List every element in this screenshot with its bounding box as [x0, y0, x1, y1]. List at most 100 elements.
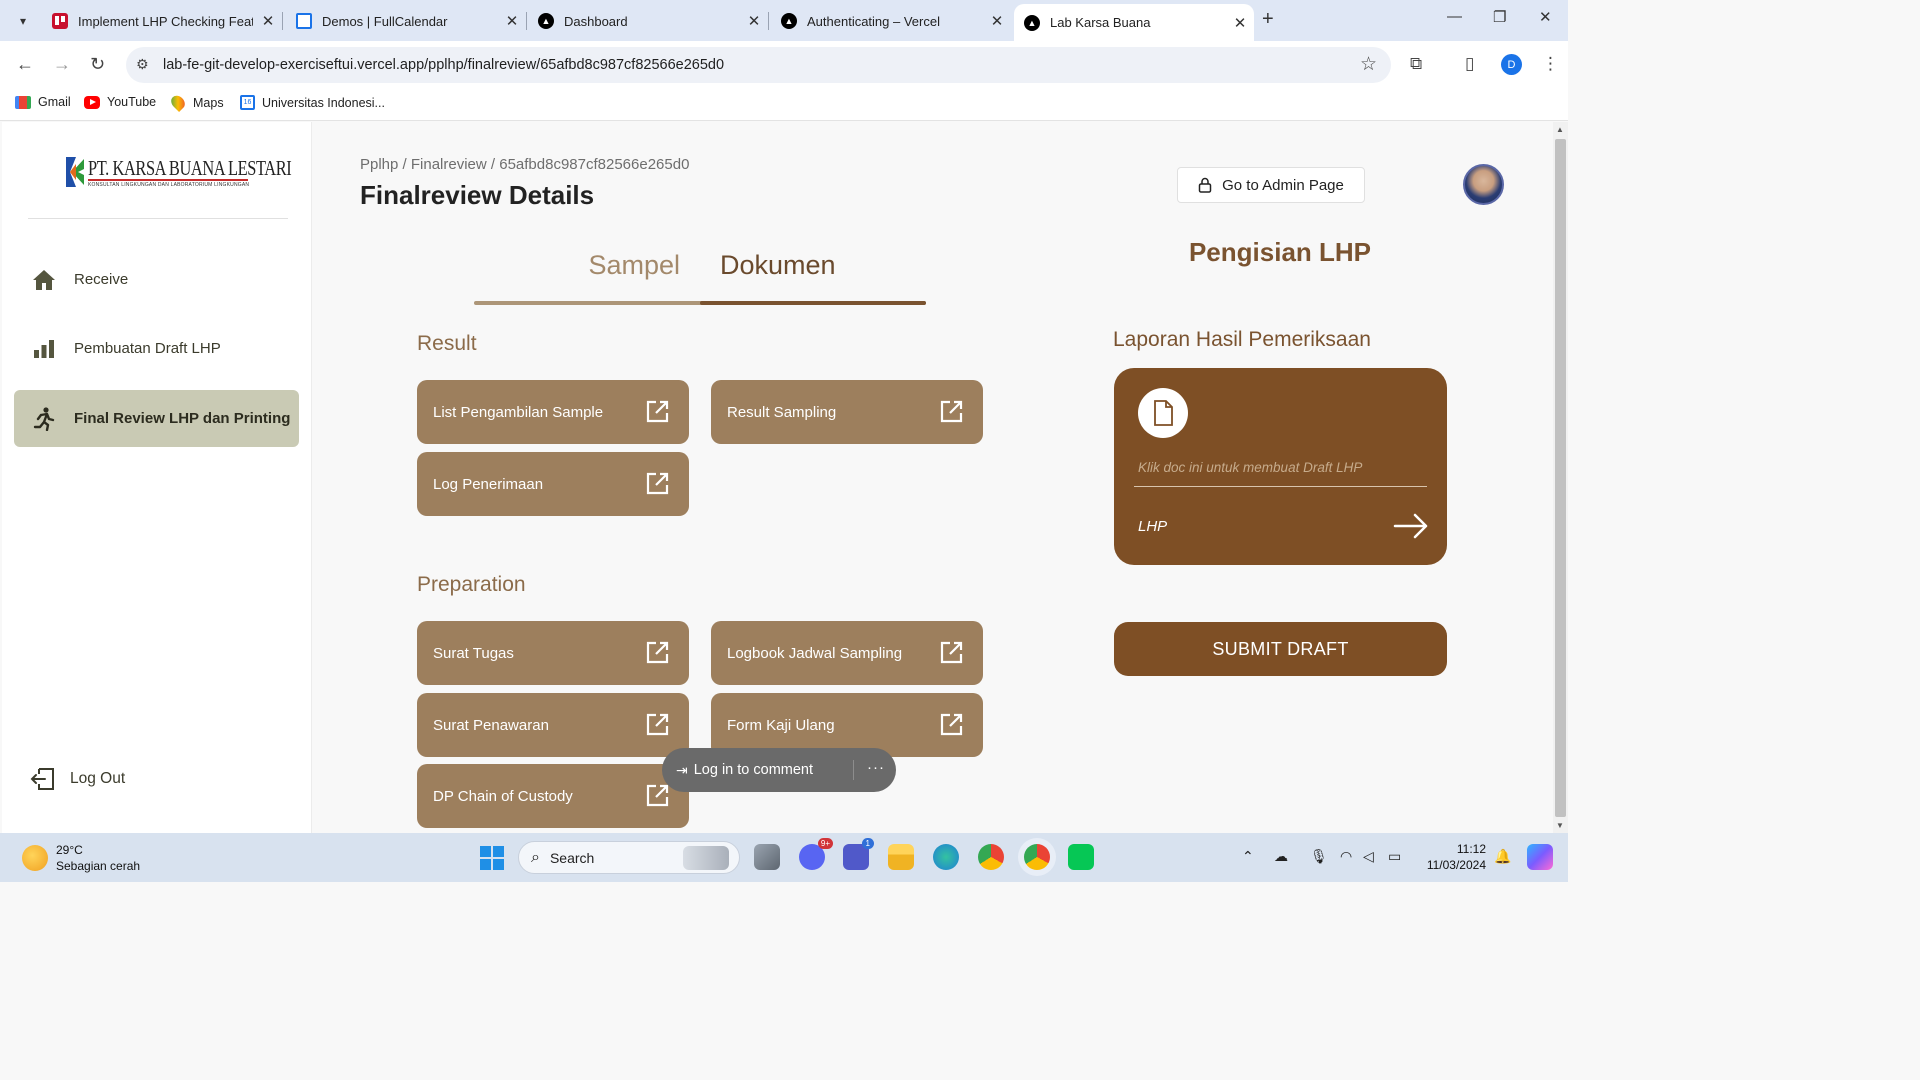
- taskbar-search[interactable]: ⌕ Search: [518, 841, 740, 874]
- calendar-icon: [296, 13, 312, 29]
- tab-dokumen[interactable]: Dokumen: [700, 250, 926, 281]
- more-options-icon[interactable]: ···: [867, 759, 885, 776]
- copilot-icon[interactable]: [1527, 844, 1553, 870]
- url-text[interactable]: lab-fe-git-develop-exerciseftui.vercel.a…: [163, 57, 724, 73]
- doc-button-logbook-jadwal-sampling[interactable]: Logbook Jadwal Sampling: [711, 621, 983, 685]
- log-in-to-comment-toolbar[interactable]: ⇥ Log in to comment ···: [662, 748, 896, 792]
- sidebar-divider: [28, 218, 288, 219]
- chrome-profile-icon[interactable]: [1024, 844, 1050, 870]
- home-icon: [32, 268, 56, 292]
- sidebar-item-pembuatan-draft-lhp[interactable]: Pembuatan Draft LHP: [14, 320, 299, 377]
- side-panel-icon[interactable]: ▯: [1465, 54, 1474, 74]
- volume-icon[interactable]: ◁: [1363, 848, 1374, 865]
- close-icon[interactable]: ✕: [505, 12, 519, 30]
- maps-icon: [168, 92, 188, 113]
- task-view-icon[interactable]: [754, 844, 780, 870]
- user-avatar[interactable]: [1463, 164, 1504, 205]
- teams-icon[interactable]: 1: [843, 838, 874, 870]
- login-arrow-icon: ⇥: [676, 761, 688, 778]
- browser-tab-dashboard[interactable]: ▲ Dashboard ✕: [538, 6, 761, 36]
- forward-button[interactable]: →: [53, 54, 71, 75]
- doc-button-log-penerimaan[interactable]: Log Penerimaan: [417, 452, 689, 516]
- back-button[interactable]: ←: [16, 54, 34, 75]
- edge-icon[interactable]: [933, 844, 959, 870]
- sidebar-item-receive[interactable]: Receive: [14, 251, 299, 308]
- doc-button-surat-penawaran[interactable]: Surat Penawaran: [417, 693, 689, 757]
- address-bar[interactable]: ⚙ lab-fe-git-develop-exerciseftui.vercel…: [126, 47, 1391, 83]
- lhp-draft-card[interactable]: Klik doc ini untuk membuat Draft LHP LHP: [1114, 368, 1447, 565]
- section-title-result: Result: [417, 332, 477, 355]
- microphone-icon[interactable]: 🎙: [1310, 848, 1328, 865]
- bookmark-label: Gmail: [38, 95, 71, 109]
- sidebar: PT. KARSA BUANA LESTARI KONSULTAN LINGKU…: [2, 122, 312, 833]
- file-explorer-icon[interactable]: [888, 844, 914, 870]
- scroll-up-arrow-icon[interactable]: ▲: [1556, 125, 1564, 134]
- battery-icon[interactable]: ▭: [1388, 848, 1401, 865]
- discord-icon[interactable]: 9+: [799, 838, 833, 870]
- sidebar-item-label: Receive: [74, 271, 129, 288]
- bookmark-youtube[interactable]: YouTube: [84, 95, 156, 109]
- vercel-icon: ▲: [538, 13, 554, 29]
- windows-taskbar: 29°C Sebagian cerah ⌕ Search 9+ 1 ⌃ ☁ 🎙 …: [0, 833, 1568, 882]
- profile-avatar[interactable]: D: [1501, 54, 1522, 75]
- close-icon[interactable]: ✕: [747, 12, 761, 30]
- trello-icon: [52, 13, 68, 29]
- scroll-down-arrow-icon[interactable]: ▼: [1556, 821, 1564, 830]
- menu-icon[interactable]: ⋮: [1542, 54, 1559, 74]
- bookmark-star-icon[interactable]: ☆: [1360, 53, 1377, 76]
- tab-sampel[interactable]: Sampel: [474, 250, 700, 281]
- onedrive-icon[interactable]: ☁: [1274, 848, 1288, 865]
- external-link-icon: [940, 400, 963, 423]
- site-info-icon[interactable]: ⚙: [136, 56, 149, 73]
- browser-tab-vercel-auth[interactable]: ▲ Authenticating – Vercel ✕: [781, 6, 1004, 36]
- gmail-icon: [15, 95, 31, 109]
- bookmark-universitas-indonesia[interactable]: 16 Universitas Indonesi...: [240, 95, 385, 110]
- windows-start-icon[interactable]: [480, 846, 504, 870]
- arrow-right-icon[interactable]: [1393, 512, 1429, 540]
- detail-tabs: Sampel Dokumen: [474, 250, 926, 310]
- page-scrollbar[interactable]: ▲ ▼: [1553, 122, 1568, 833]
- close-icon[interactable]: ✕: [990, 12, 1004, 30]
- close-icon[interactable]: ✕: [261, 12, 275, 30]
- doc-button-dp-chain-of-custody[interactable]: DP Chain of Custody: [417, 764, 689, 828]
- submit-draft-button[interactable]: SUBMIT DRAFT: [1114, 622, 1447, 676]
- tab-search-button[interactable]: ▾: [10, 8, 36, 34]
- bookmark-maps[interactable]: Maps: [168, 92, 224, 113]
- browser-tab-fullcalendar[interactable]: Demos | FullCalendar ✕: [296, 6, 519, 36]
- clock-time: 11:12: [1456, 842, 1486, 856]
- wifi-icon[interactable]: ◠: [1340, 848, 1352, 865]
- scrollbar-thumb[interactable]: [1555, 139, 1566, 817]
- system-clock[interactable]: 11:12 11/03/2024: [1420, 841, 1486, 873]
- external-link-icon: [940, 713, 963, 736]
- tab-separator: [526, 12, 527, 30]
- doc-button-list-pengambilan-sample[interactable]: List Pengambilan Sample: [417, 380, 689, 444]
- lock-icon: [1198, 177, 1212, 193]
- restore-button[interactable]: ❐: [1493, 8, 1506, 26]
- browser-tab-trello[interactable]: Implement LHP Checking Featu ✕: [52, 6, 275, 36]
- doc-button-surat-tugas[interactable]: Surat Tugas: [417, 621, 689, 685]
- comment-pill-label[interactable]: Log in to comment: [694, 762, 813, 778]
- external-link-icon: [646, 641, 669, 664]
- reload-button[interactable]: ↻: [90, 54, 105, 75]
- vercel-icon: ▲: [781, 13, 797, 29]
- logout-button[interactable]: Log Out: [30, 766, 125, 792]
- go-to-admin-button[interactable]: Go to Admin Page: [1177, 167, 1365, 203]
- doc-button-result-sampling[interactable]: Result Sampling: [711, 380, 983, 444]
- sidebar-item-final-review[interactable]: Final Review LHP dan Printing: [14, 390, 299, 447]
- show-hidden-icons-chevron-icon[interactable]: ⌃: [1242, 848, 1254, 865]
- browser-tab-lab-karsa-buana[interactable]: ▲ Lab Karsa Buana ✕: [1014, 4, 1254, 41]
- weather-widget[interactable]: 29°C Sebagian cerah: [22, 842, 140, 874]
- close-icon[interactable]: ✕: [1233, 14, 1247, 32]
- notifications-bell-icon[interactable]: 🔔: [1494, 848, 1511, 865]
- logo-underline: [88, 179, 248, 181]
- browser-toolbar: ← → ↻ ⚙ lab-fe-git-develop-exerciseftui.…: [0, 41, 1568, 88]
- extensions-icon[interactable]: ⧉: [1410, 54, 1422, 74]
- tab-title: Dashboard: [564, 13, 628, 29]
- doc-button-label: DP Chain of Custody: [433, 787, 573, 805]
- minimize-button[interactable]: —: [1447, 8, 1462, 25]
- bookmark-gmail[interactable]: Gmail: [15, 95, 71, 109]
- new-tab-button[interactable]: +: [1262, 8, 1274, 31]
- close-window-button[interactable]: ✕: [1539, 8, 1552, 26]
- chrome-icon[interactable]: [978, 844, 1004, 870]
- line-app-icon[interactable]: [1068, 844, 1094, 870]
